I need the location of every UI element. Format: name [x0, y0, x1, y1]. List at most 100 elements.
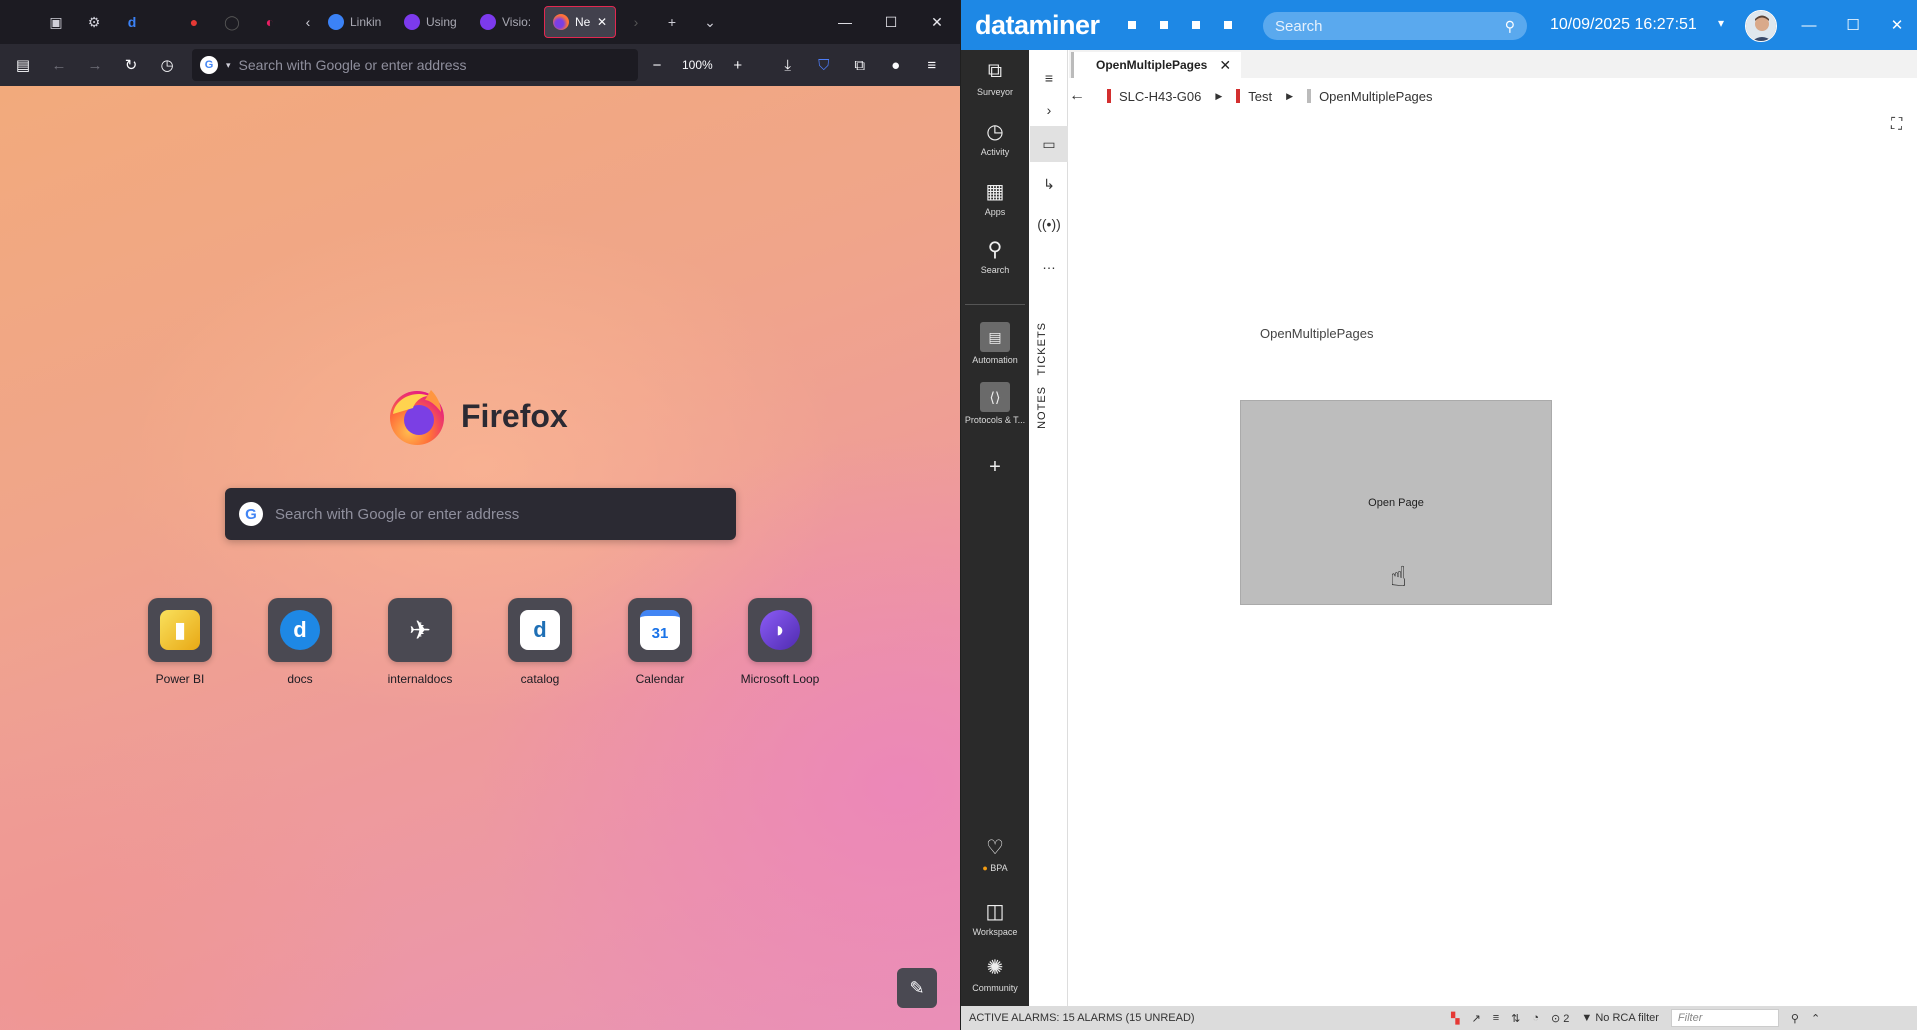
shortcut-power-bi[interactable]: ▮ Power BI: [120, 598, 240, 686]
card-tab-openmultiplepages[interactable]: OpenMultiplePages ✕: [1071, 52, 1242, 78]
sort-icon[interactable]: ⇅: [1511, 1012, 1520, 1025]
history-icon[interactable]: ◷: [150, 49, 184, 81]
rail-divider: [965, 304, 1025, 305]
close-window-icon[interactable]: ✕: [914, 0, 960, 44]
rail-search[interactable]: ⚲ Search: [961, 236, 1029, 276]
indicator-square-icon[interactable]: [1159, 21, 1168, 29]
tab-using[interactable]: Using: [396, 6, 472, 38]
shortcut-calendar[interactable]: 31 Calendar: [600, 598, 720, 686]
list-view-icon[interactable]: ≡: [1493, 1012, 1499, 1024]
collapse-up-icon[interactable]: ⌃: [1811, 1012, 1820, 1025]
maximize-icon[interactable]: ☐: [1831, 0, 1875, 50]
engine-chevron-icon[interactable]: ▾: [226, 60, 231, 71]
close-icon[interactable]: ✕: [1219, 57, 1231, 74]
close-window-icon[interactable]: ✕: [1875, 0, 1917, 50]
tabs-scroll-right-icon[interactable]: ›: [624, 10, 648, 34]
breadcrumb-arrow-icon[interactable]: ▶: [1215, 91, 1222, 102]
expand-chevron-icon[interactable]: ›: [1030, 92, 1068, 128]
filter-count[interactable]: ⊙ 2: [1551, 1012, 1569, 1025]
active-alarms-text[interactable]: ACTIVE ALARMS: 15 ALARMS (15 UNREAD): [969, 1012, 1195, 1024]
extensions-puzzle-icon[interactable]: ⧉: [843, 49, 877, 81]
trend-chart-icon[interactable]: ↗: [1471, 1012, 1480, 1025]
breadcrumb-view[interactable]: Test: [1236, 89, 1272, 104]
search-icon[interactable]: ⚲: [1791, 1012, 1799, 1025]
account-icon[interactable]: ●: [879, 49, 913, 81]
rail-surveyor[interactable]: ⧉ Surveyor: [961, 58, 1029, 98]
zoom-in-icon[interactable]: +: [721, 49, 755, 81]
zoom-level[interactable]: 100%: [676, 58, 719, 72]
indicator-square-icon[interactable]: [1223, 21, 1232, 29]
history-clock-icon[interactable]: ◔: [1532, 1012, 1539, 1024]
url-bar[interactable]: G ▾ Search with Google or enter address: [192, 49, 638, 81]
filter-placeholder: Filter: [1677, 1012, 1703, 1024]
new-tab-plus-icon[interactable]: +: [660, 10, 684, 34]
hamburger-menu-icon[interactable]: ≡: [1030, 60, 1068, 96]
rail-bpa[interactable]: ♡ ● BPA: [961, 834, 1029, 874]
rca-filter[interactable]: ▼ No RCA filter: [1581, 1012, 1659, 1024]
shortcut-catalog[interactable]: d catalog: [480, 598, 600, 686]
fullscreen-icon[interactable]: ⛶: [1891, 116, 1902, 134]
tab-linkin[interactable]: Linkin: [320, 6, 396, 38]
user-avatar[interactable]: [1745, 10, 1777, 42]
rail-activity[interactable]: ◷ Activity: [961, 118, 1029, 158]
funnel-icon: ▼: [1581, 1012, 1593, 1024]
status-bar-tools: ▚ ↗ ≡ ⇅ ◔ ⊙ 2 ▼ No RCA filter Filter ⚲ ⌃: [1451, 1006, 1820, 1030]
forward-arrow-icon[interactable]: →: [78, 49, 112, 81]
pinned-tab-docs-icon[interactable]: d: [120, 10, 144, 34]
tab-groups-icon[interactable]: ▣: [44, 10, 68, 34]
tickets-tab[interactable]: TICKETS: [1036, 322, 1048, 375]
rail-workspace[interactable]: ◫ Workspace: [961, 898, 1029, 938]
time-dropdown-icon[interactable]: ▾: [1718, 16, 1724, 30]
indicator-square-icon[interactable]: [1127, 21, 1136, 29]
breadcrumb-element[interactable]: SLC-H43-G06: [1107, 89, 1201, 104]
breadcrumb-page[interactable]: OpenMultiplePages: [1307, 89, 1433, 104]
tab-new-tab[interactable]: Ne ✕: [544, 6, 616, 38]
back-arrow-icon[interactable]: ←: [42, 49, 76, 81]
minimize-icon[interactable]: —: [822, 0, 868, 44]
zoom-out-icon[interactable]: −: [640, 49, 674, 81]
path-arrow-icon[interactable]: ↳: [1030, 166, 1068, 202]
rail-label: ● BPA: [982, 863, 1007, 873]
shortcut-internaldocs[interactable]: ✈ internaldocs: [360, 598, 480, 686]
downloads-icon[interactable]: ⤓: [771, 49, 805, 81]
search-icon: ⚲: [1504, 17, 1515, 34]
app-menu-icon[interactable]: ≡: [915, 49, 949, 81]
tab-vision[interactable]: Visio:: [472, 6, 544, 38]
shortcut-docs[interactable]: d docs: [240, 598, 360, 686]
rail-add[interactable]: +: [961, 454, 1029, 480]
pinned-tab-github-icon[interactable]: ◯: [220, 10, 244, 34]
rail-automation[interactable]: ▤ Automation: [961, 322, 1029, 365]
alarm-filter-input[interactable]: Filter: [1670, 1009, 1779, 1027]
rail-community[interactable]: ✺ Community: [961, 954, 1029, 994]
list-all-tabs-icon[interactable]: ⌄: [698, 10, 722, 34]
visual-monitor-icon[interactable]: ▭: [1030, 126, 1068, 162]
rail-apps[interactable]: ▦ Apps: [961, 178, 1029, 218]
tab-label: Ne: [575, 15, 591, 29]
maximize-icon[interactable]: ☐: [868, 0, 914, 44]
dataminer-search-input[interactable]: Search ⚲: [1263, 12, 1527, 40]
internaldocs-icon: ✈: [409, 614, 431, 645]
customize-pencil-icon[interactable]: ✎: [897, 968, 937, 1008]
signal-icon[interactable]: ((•)): [1030, 206, 1068, 242]
extension-shield-icon[interactable]: ⛉: [807, 49, 841, 81]
sidebar-toggle-icon[interactable]: ▤: [6, 49, 40, 81]
activity-history-icon: ◷: [986, 120, 1004, 143]
tabs-scroll-left-icon[interactable]: ‹: [296, 10, 320, 34]
pinned-tab-openai-icon[interactable]: ⚙: [82, 10, 106, 34]
pinned-tab-color-icon[interactable]: ◐: [258, 10, 282, 34]
dataminer-logo[interactable]: dataminer: [975, 10, 1100, 41]
notes-tab[interactable]: NOTES: [1036, 386, 1048, 429]
alarm-colors-icon[interactable]: ▚: [1451, 1012, 1459, 1025]
reload-icon[interactable]: ↻: [114, 49, 148, 81]
back-arrow-icon[interactable]: ←: [1069, 87, 1107, 105]
breadcrumb-arrow-icon[interactable]: ▶: [1286, 91, 1293, 102]
minimize-icon[interactable]: —: [1787, 0, 1831, 50]
rail-protocols[interactable]: ⟨⟩ Protocols & T...: [961, 382, 1029, 425]
pinned-tab-red-icon[interactable]: ●: [182, 10, 206, 34]
firefox-logo-icon: [390, 390, 444, 445]
shortcut-microsoft-loop[interactable]: ◗ Microsoft Loop: [720, 598, 840, 686]
indicator-square-icon[interactable]: [1191, 21, 1200, 29]
more-ellipsis-icon[interactable]: …: [1030, 246, 1068, 282]
newtab-search-box[interactable]: G Search with Google or enter address: [225, 488, 736, 540]
tab-close-icon[interactable]: ✕: [597, 15, 607, 29]
